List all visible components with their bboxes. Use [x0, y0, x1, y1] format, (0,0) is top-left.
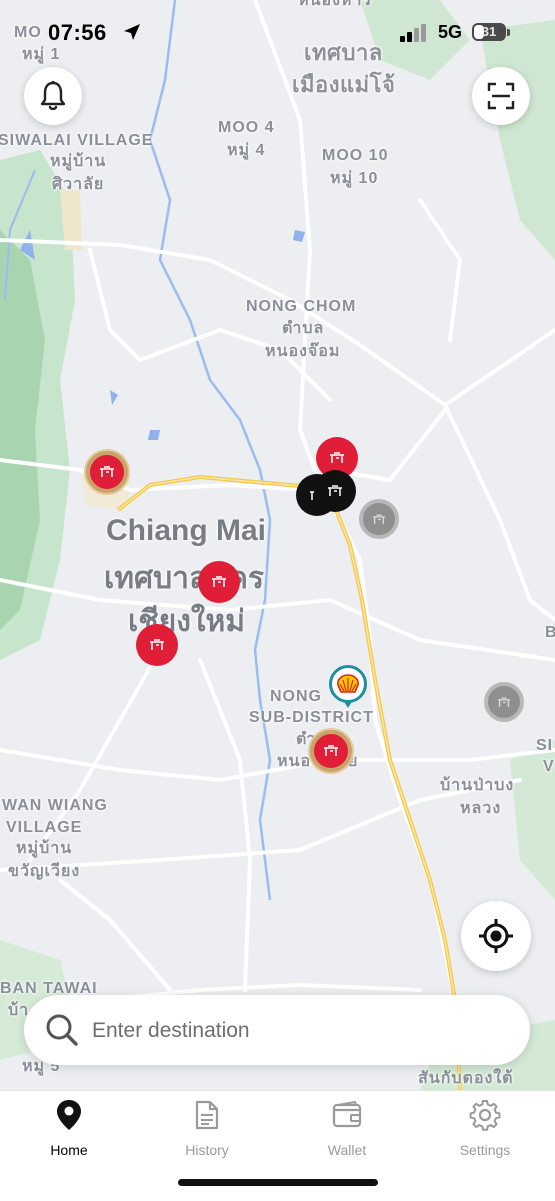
- home-indicator: [178, 1179, 378, 1186]
- network-type: 5G: [438, 22, 463, 42]
- map-label-b: B: [545, 624, 555, 641]
- shell-logo-icon: [337, 674, 359, 693]
- map-label-siwalai-en: SIWALAI VILLAGE: [0, 132, 154, 149]
- map-label-wanwiang-en1: WAN WIANG: [2, 797, 108, 814]
- map-label-chiang-mai-th1: เทศบาลนคร: [104, 562, 265, 595]
- notification-button[interactable]: [24, 67, 82, 125]
- tab-history-label: History: [185, 1142, 229, 1158]
- map-label-nongpa-en2: SUB-DISTRICT: [249, 709, 374, 726]
- charger-icon: [100, 466, 114, 477]
- map-label-chiang-mai-en: Chiang Mai: [106, 514, 267, 547]
- shell-pin-tip: [343, 700, 353, 708]
- battery-cap: [507, 29, 510, 36]
- tab-home-label: Home: [50, 1142, 88, 1158]
- signal-icon: [400, 24, 426, 42]
- shell-station-pin[interactable]: [329, 665, 367, 703]
- scan-button[interactable]: [472, 67, 530, 125]
- locate-icon: [479, 919, 513, 953]
- tab-settings-label: Settings: [459, 1142, 511, 1158]
- tab-settings[interactable]: Settings: [430, 1099, 540, 1169]
- charger-icon: [212, 576, 226, 587]
- gear-icon: [469, 1100, 501, 1131]
- location-arrow-icon: [124, 24, 140, 40]
- tab-history[interactable]: History: [152, 1099, 262, 1169]
- map-pin-icon: [57, 1100, 81, 1130]
- charger-icon: [150, 639, 164, 650]
- map-label-nongchom-th1: ตำบล: [282, 320, 325, 337]
- bell-icon: [40, 80, 66, 111]
- map-label-nongpa-en1: NONG: [270, 688, 322, 705]
- map-label-siwalai-th1: หมู่บ้าน: [50, 153, 107, 170]
- map-label-santonpaong: สันกับตองใต้: [418, 1070, 514, 1087]
- map-label-nongchom-en: NONG CHOM: [246, 298, 357, 315]
- map-label-si: SI: [536, 737, 554, 754]
- charger-icon: [324, 745, 338, 756]
- map-label-wanwiang-en2: VILLAGE: [6, 819, 83, 836]
- battery-level: 31: [481, 24, 497, 39]
- map-label-wanwiang-th1: หมู่บ้าน: [16, 840, 73, 857]
- map-label-moo4-th: หมู่ 4: [227, 142, 266, 159]
- tab-wallet-label: Wallet: [327, 1142, 367, 1158]
- map-label-moo10-th: หมู่ 10: [330, 170, 379, 187]
- map-label-nongchom-th2: หนองจ๊อม: [265, 343, 341, 360]
- search-icon: [46, 1014, 78, 1046]
- station-marker[interactable]: [310, 730, 352, 772]
- station-marker[interactable]: [198, 561, 240, 603]
- charger-icon: [328, 485, 342, 496]
- scan-icon: [487, 82, 515, 110]
- station-marker[interactable]: [86, 451, 128, 493]
- map-label-moo4-en: MOO 4: [218, 119, 275, 136]
- charger-icon: [497, 696, 511, 707]
- battery-icon: 31: [472, 23, 506, 41]
- charger-icon: [372, 513, 386, 524]
- wallet-icon: [332, 1100, 362, 1128]
- map-label-mae-jo-2: เมืองแม่โจ้: [292, 72, 396, 97]
- status-bar: 07:56 5G 31: [0, 0, 555, 62]
- station-marker[interactable]: [314, 470, 356, 512]
- map-label-siwalai-th2: ศิวาลัย: [52, 176, 105, 193]
- charger-icon: [330, 452, 344, 463]
- search-bar[interactable]: [24, 995, 530, 1067]
- station-marker[interactable]: [359, 499, 399, 539]
- map-label-wanwiang-th2: ขวัญเวียง: [8, 863, 81, 880]
- station-marker[interactable]: [136, 624, 178, 666]
- tab-wallet[interactable]: Wallet: [292, 1099, 402, 1169]
- tab-home[interactable]: Home: [14, 1099, 124, 1169]
- destination-input[interactable]: [90, 995, 494, 1067]
- station-marker[interactable]: [484, 682, 524, 722]
- locate-me-button[interactable]: [461, 901, 531, 971]
- map-label-moo10-en: MOO 10: [322, 147, 389, 164]
- map-label-v: V: [543, 758, 555, 775]
- status-time: 07:56: [48, 20, 107, 45]
- map-label-banpabong-2: หลวง: [460, 800, 502, 817]
- document-icon: [195, 1100, 219, 1130]
- map-label-nongpa-th2: หนอ: [277, 753, 312, 770]
- map-label-banpabong-1: บ้านป่าบง: [440, 777, 515, 794]
